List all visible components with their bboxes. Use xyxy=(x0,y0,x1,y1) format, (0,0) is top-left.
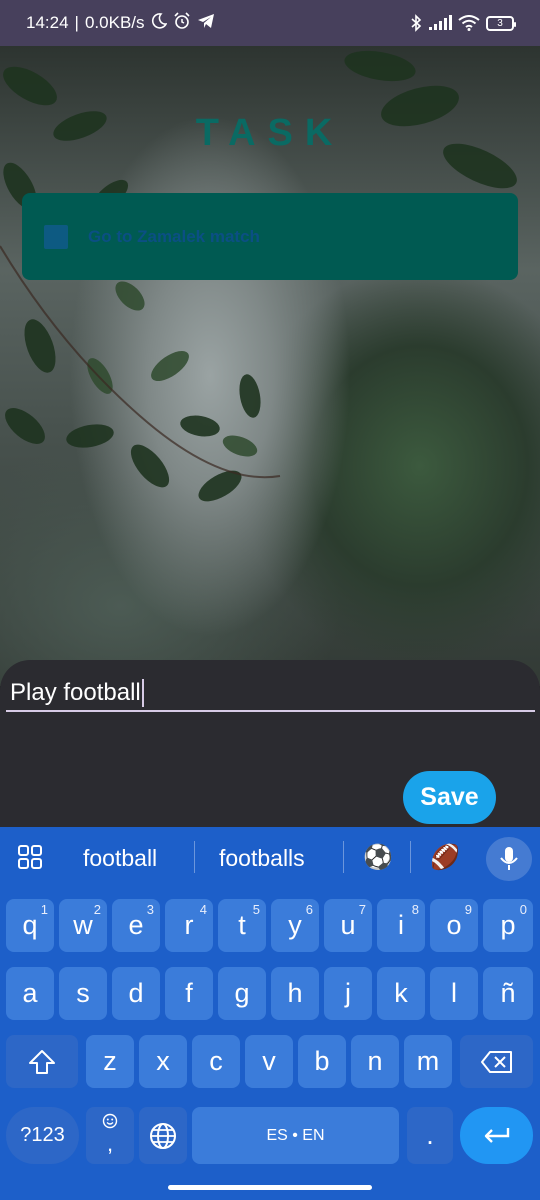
key-w[interactable]: w2 xyxy=(59,899,107,952)
telegram-icon xyxy=(197,13,215,34)
backspace-icon xyxy=(480,1050,512,1073)
key-n[interactable]: n xyxy=(351,1035,399,1088)
status-left: 14:24 | 0.0KB/s xyxy=(26,11,215,35)
text-cursor xyxy=(141,679,144,707)
task-checkbox[interactable] xyxy=(44,224,68,249)
enter-icon xyxy=(484,1127,509,1143)
key-u[interactable]: u7 xyxy=(324,899,372,952)
key-n-tilde[interactable]: ñ xyxy=(483,967,533,1020)
key-p[interactable]: p0 xyxy=(483,899,533,952)
task-input-value: Play football xyxy=(10,679,141,706)
symbols-key[interactable]: ?123 xyxy=(6,1107,79,1164)
suggestion-word-2[interactable]: footballs xyxy=(219,845,305,872)
key-d[interactable]: d xyxy=(112,967,160,1020)
key-s[interactable]: s xyxy=(59,967,107,1020)
suggestion-divider xyxy=(194,841,195,873)
status-right: 3 xyxy=(410,14,516,32)
key-o[interactable]: o9 xyxy=(430,899,478,952)
bluetooth-icon xyxy=(410,14,422,32)
period-key[interactable]: . xyxy=(407,1107,453,1164)
key-g[interactable]: g xyxy=(218,967,266,1020)
moon-icon xyxy=(151,12,167,34)
battery-icon: 3 xyxy=(486,15,516,31)
shift-key[interactable] xyxy=(6,1035,78,1088)
home-indicator[interactable] xyxy=(168,1185,372,1190)
comma-label: , xyxy=(106,1131,114,1156)
key-j[interactable]: j xyxy=(324,967,372,1020)
save-button[interactable]: Save xyxy=(403,771,496,824)
status-separator: | xyxy=(74,13,79,32)
page-title: TASK xyxy=(195,112,345,154)
suggestion-divider xyxy=(343,841,344,873)
key-v[interactable]: v xyxy=(245,1035,293,1088)
key-f[interactable]: f xyxy=(165,967,213,1020)
signal-icon xyxy=(428,15,452,31)
soccer-ball-emoji[interactable]: ⚽ xyxy=(363,843,393,872)
key-y[interactable]: y6 xyxy=(271,899,319,952)
key-h[interactable]: h xyxy=(271,967,319,1020)
key-z[interactable]: z xyxy=(86,1035,134,1088)
backspace-key[interactable] xyxy=(460,1035,533,1088)
wifi-icon xyxy=(458,15,480,31)
key-c[interactable]: c xyxy=(192,1035,240,1088)
alarm-icon xyxy=(173,11,191,35)
key-b[interactable]: b xyxy=(298,1035,346,1088)
key-r[interactable]: r4 xyxy=(165,899,213,952)
space-key[interactable]: ES • EN xyxy=(192,1107,399,1164)
key-a[interactable]: a xyxy=(6,967,54,1020)
shift-icon xyxy=(29,1049,55,1074)
suggestion-divider xyxy=(410,841,411,873)
enter-key[interactable] xyxy=(460,1107,533,1164)
key-q[interactable]: q1 xyxy=(6,899,54,952)
smiley-icon xyxy=(102,1113,118,1129)
football-emoji[interactable]: 🏈 xyxy=(430,843,460,872)
status-bar: 14:24 | 0.0KB/s 3 xyxy=(0,0,540,46)
suggestion-word-1[interactable]: football xyxy=(83,845,157,872)
key-e[interactable]: e3 xyxy=(112,899,160,952)
keyboard: football footballs ⚽ 🏈 q1 w2 e3 r4 t5 y6… xyxy=(0,827,540,1200)
key-x[interactable]: x xyxy=(139,1035,187,1088)
suggestion-bar: football footballs ⚽ 🏈 xyxy=(0,827,540,887)
task-input-field[interactable]: Play football xyxy=(6,676,535,712)
key-m[interactable]: m xyxy=(404,1035,452,1088)
status-time: 14:24 xyxy=(26,13,69,32)
apps-grid-icon[interactable] xyxy=(18,845,42,869)
network-speed: 0.0KB/s xyxy=(84,13,145,32)
key-t[interactable]: t5 xyxy=(218,899,266,952)
key-k[interactable]: k xyxy=(377,967,425,1020)
microphone-icon[interactable] xyxy=(486,837,532,881)
emoji-comma-key[interactable]: , xyxy=(86,1107,134,1164)
key-l[interactable]: l xyxy=(430,967,478,1020)
task-card[interactable]: Go to Zamalek match xyxy=(22,193,518,280)
key-i[interactable]: i8 xyxy=(377,899,425,952)
task-text: Go to Zamalek match xyxy=(88,226,260,246)
globe-icon xyxy=(150,1122,176,1149)
language-key[interactable] xyxy=(139,1107,187,1164)
